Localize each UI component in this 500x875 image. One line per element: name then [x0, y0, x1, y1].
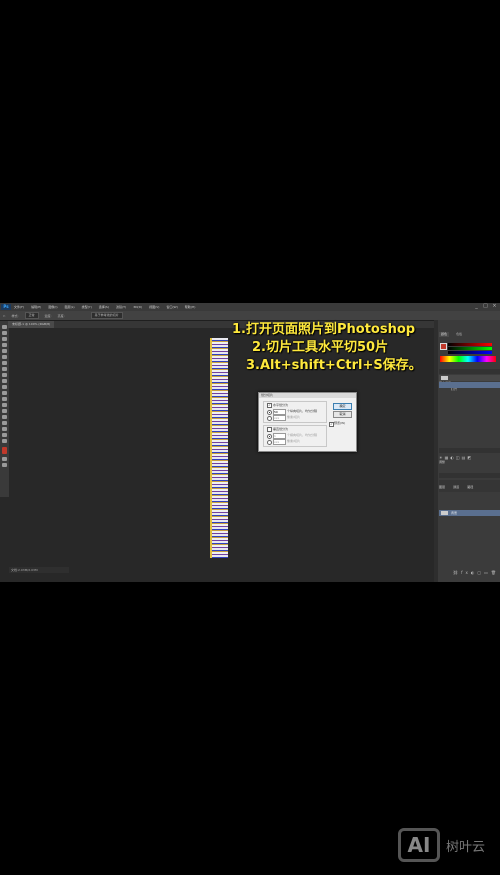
- instruction-line-3: 3.Alt+shift+Ctrl+S保存。: [246, 358, 422, 373]
- history-item-selected[interactable]: [439, 382, 500, 388]
- style-label: 样式:: [11, 313, 19, 318]
- menu-layer[interactable]: 图层(L): [65, 303, 75, 311]
- menu-window[interactable]: 窗口(W): [166, 303, 177, 311]
- adjustments-panel-title: 调整: [439, 460, 446, 464]
- type-tool-icon[interactable]: [2, 415, 7, 419]
- menu-type[interactable]: 类型(Y): [82, 303, 92, 311]
- quick-select-tool-icon[interactable]: [2, 343, 7, 347]
- right-panels: 颜色 色板 历史记录 打开 调整 ☀▦◐◫▤◩: [434, 320, 500, 582]
- healing-tool-icon[interactable]: [2, 361, 7, 365]
- tab-swatches[interactable]: 色板: [454, 332, 465, 337]
- dodge-tool-icon[interactable]: [2, 403, 7, 407]
- rgb-sliders[interactable]: [448, 343, 492, 355]
- ok-button[interactable]: 确定: [333, 403, 352, 410]
- horizontal-checkbox-label: 水平划分为: [273, 403, 289, 407]
- tab-layers[interactable]: 图层: [439, 485, 445, 489]
- tab-paths[interactable]: 路径: [467, 485, 473, 489]
- layer-row[interactable]: 背景: [439, 510, 500, 516]
- crop-tool-icon[interactable]: [2, 349, 7, 353]
- close-button[interactable]: ×: [492, 304, 497, 309]
- slices-from-guides-button[interactable]: 基于参考线的切片: [90, 312, 123, 319]
- style-select[interactable]: 正常: [24, 312, 39, 319]
- photoshop-logo: Ps: [1, 304, 11, 310]
- maximize-button[interactable]: □: [483, 304, 488, 309]
- eyedropper-tool-icon[interactable]: [2, 355, 7, 359]
- menu-help[interactable]: 帮助(H): [185, 303, 196, 311]
- instruction-line-2: 2.切片工具水平切50片: [252, 340, 389, 355]
- vertical-count-radio[interactable]: [267, 434, 272, 439]
- adjustment-icons[interactable]: ☀▦◐◫▤◩: [439, 455, 500, 465]
- vertical-group: 垂直划分为 1 个横向切片，均匀分隔 xxx 像素/切片: [263, 425, 327, 447]
- menu-file[interactable]: 文件(F): [14, 303, 24, 311]
- preview-checkbox-label: 预览(W): [334, 421, 346, 425]
- instruction-line-1: 1.打开页面照片到Photoshop: [232, 322, 416, 337]
- screen-mode-icon[interactable]: [2, 463, 7, 467]
- slice-tool-icon[interactable]: ✂: [3, 314, 6, 318]
- brush-tool-icon[interactable]: [2, 367, 7, 371]
- history-brush-tool-icon[interactable]: [2, 379, 7, 383]
- document-image-strip[interactable]: [210, 338, 228, 558]
- lasso-tool-icon[interactable]: [2, 337, 7, 341]
- horizontal-count-unit: 个纵向切片，均匀分隔: [287, 409, 318, 413]
- width-label: 宽度:: [44, 313, 52, 318]
- vertical-checkbox[interactable]: [267, 427, 272, 432]
- horizontal-px-input[interactable]: xxx: [273, 415, 286, 421]
- menu-3d[interactable]: 3D(D): [133, 303, 142, 311]
- horizontal-count-radio[interactable]: [267, 410, 272, 415]
- menu-edit[interactable]: 编辑(E): [31, 303, 41, 311]
- menu-bar: Ps 文件(F) 编辑(E) 图像(I) 图层(L) 类型(Y) 选择(S) 滤…: [0, 303, 500, 311]
- panel-icon-column: [434, 320, 438, 582]
- height-label: 高度:: [57, 313, 65, 318]
- quick-mask-icon[interactable]: [2, 457, 7, 461]
- vertical-checkbox-label: 垂直划分为: [273, 427, 289, 431]
- marquee-tool-icon[interactable]: [2, 331, 7, 335]
- pen-tool-icon[interactable]: [2, 409, 7, 413]
- vertical-px-input[interactable]: xxx: [273, 439, 286, 445]
- menu-image[interactable]: 图像(I): [48, 303, 57, 311]
- zoom-tool-icon[interactable]: [2, 439, 7, 443]
- minimize-button[interactable]: _: [474, 304, 479, 309]
- layer-actions-icons[interactable]: ⛓fx◐▢▭🗑: [453, 570, 499, 575]
- vertical-px-unit: 像素/切片: [287, 439, 301, 443]
- document-tab[interactable]: 未标题-1 @ 100% (RGB/8): [8, 321, 55, 328]
- status-bar: 文档:2.03M/2.03M: [9, 567, 69, 573]
- layer-name: 背景: [451, 511, 458, 515]
- cancel-button[interactable]: 取消: [333, 411, 352, 418]
- divide-slice-dialog: 划分切片 ✓ 水平划分为 50 个纵向切片，均匀分隔 xxx 像素/切片 垂直划…: [258, 392, 357, 452]
- vertical-count-unit: 个横向切片，均匀分隔: [287, 433, 318, 437]
- horizontal-px-radio[interactable]: [267, 416, 272, 421]
- blur-tool-icon[interactable]: [2, 397, 7, 401]
- path-select-tool-icon[interactable]: [2, 421, 7, 425]
- shape-tool-icon[interactable]: [2, 427, 7, 431]
- foreground-color-swatch[interactable]: [2, 447, 7, 454]
- hand-tool-icon[interactable]: [2, 433, 7, 437]
- watermark-name: 树叶云: [446, 839, 486, 855]
- stamp-tool-icon[interactable]: [2, 373, 7, 377]
- color-spectrum[interactable]: [440, 356, 496, 362]
- gradient-tool-icon[interactable]: [2, 391, 7, 395]
- menu-filter[interactable]: 滤镜(T): [116, 303, 126, 311]
- watermark-logo: AI: [398, 828, 440, 862]
- tab-channels[interactable]: 通道: [453, 485, 459, 489]
- vertical-px-radio[interactable]: [267, 440, 272, 445]
- color-swatch[interactable]: [440, 343, 447, 350]
- dialog-title: 划分切片: [259, 393, 356, 398]
- watermark: AI 树叶云: [398, 828, 498, 862]
- menu-view[interactable]: 视图(V): [149, 303, 159, 311]
- move-tool-icon[interactable]: [2, 325, 7, 329]
- horizontal-px-unit: 像素/切片: [287, 415, 301, 419]
- horizontal-group: ✓ 水平划分为 50 个纵向切片，均匀分隔 xxx 像素/切片: [263, 401, 327, 423]
- menu-select[interactable]: 选择(S): [99, 303, 109, 311]
- instruction-overlay: 1.打开页面照片到Photoshop 2.切片工具水平切50片 3.Alt+sh…: [228, 321, 428, 375]
- layer-thumbnail: [441, 511, 448, 515]
- options-bar: ✂ 样式: 正常 宽度: 高度: 基于参考线的切片: [0, 311, 500, 321]
- tab-color[interactable]: 颜色: [439, 332, 450, 337]
- horizontal-checkbox[interactable]: ✓: [267, 403, 272, 408]
- eraser-tool-icon[interactable]: [2, 385, 7, 389]
